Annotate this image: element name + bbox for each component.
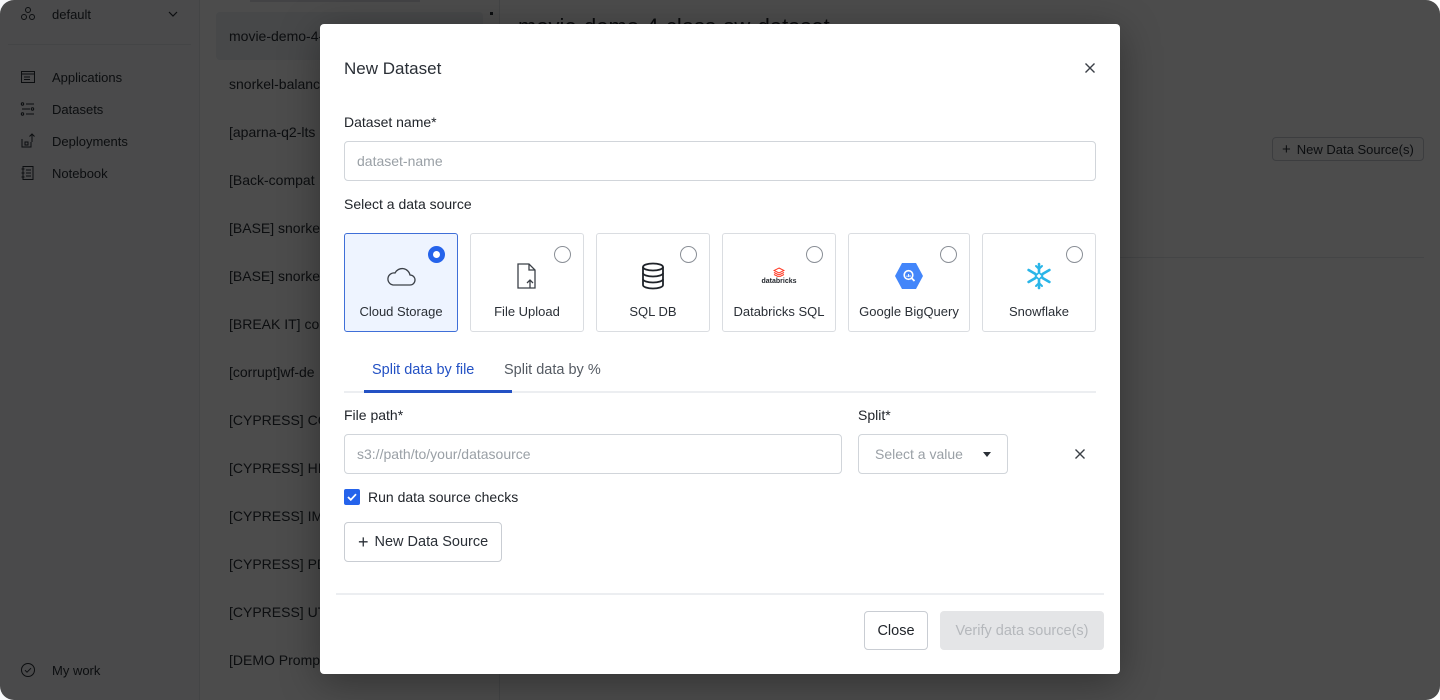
checkmark-icon bbox=[347, 493, 357, 501]
source-label: File Upload bbox=[494, 304, 560, 319]
source-card-google-bigquery[interactable]: Google BigQuery bbox=[848, 233, 970, 332]
source-card-cloud-storage[interactable]: Cloud Storage bbox=[344, 233, 458, 332]
split-label: Split* bbox=[858, 407, 891, 423]
new-data-source-label: New Data Source bbox=[374, 534, 489, 550]
cloud-icon bbox=[387, 267, 416, 286]
radio-unselected[interactable] bbox=[680, 246, 697, 263]
source-label: Google BigQuery bbox=[859, 304, 959, 319]
run-checks-label: Run data source checks bbox=[368, 489, 519, 505]
plus-icon: + bbox=[358, 531, 369, 552]
snowflake-logo-icon bbox=[1027, 262, 1051, 290]
new-dataset-modal: New Dataset Dataset name* Select a data … bbox=[320, 24, 1120, 674]
split-select-placeholder: Select a value bbox=[875, 446, 963, 462]
dataset-name-label: Dataset name* bbox=[344, 114, 437, 130]
source-label: Cloud Storage bbox=[359, 304, 443, 319]
tab-split-by-file[interactable]: Split data by file bbox=[372, 346, 474, 393]
databricks-wordmark: databricks bbox=[761, 277, 797, 285]
close-icon[interactable] bbox=[1082, 60, 1098, 76]
file-path-label: File path* bbox=[344, 407, 404, 423]
active-tab-indicator bbox=[364, 390, 512, 393]
caret-down-icon bbox=[983, 451, 991, 457]
radio-unselected[interactable] bbox=[806, 246, 823, 263]
source-label: Databricks SQL bbox=[733, 304, 825, 319]
tab-split-by-percent[interactable]: Split data by % bbox=[504, 346, 601, 393]
run-checks-checkbox-row[interactable]: Run data source checks bbox=[344, 489, 518, 505]
database-icon bbox=[642, 262, 664, 290]
databricks-logo-icon bbox=[773, 266, 785, 277]
data-source-label: Select a data source bbox=[344, 196, 472, 212]
footer-divider bbox=[336, 593, 1104, 595]
file-upload-icon bbox=[517, 263, 536, 289]
file-path-input[interactable] bbox=[344, 434, 842, 474]
new-data-source-button[interactable]: + New Data Source bbox=[344, 522, 503, 562]
dataset-name-input[interactable] bbox=[344, 141, 1096, 181]
split-tabs: Split data by file Split data by % bbox=[344, 346, 1096, 393]
source-label: SQL DB bbox=[629, 304, 677, 319]
source-label: Snowflake bbox=[1009, 304, 1069, 319]
radio-selected[interactable] bbox=[428, 246, 445, 263]
source-card-sql-db[interactable]: SQL DB bbox=[596, 233, 710, 332]
source-card-file-upload[interactable]: File Upload bbox=[470, 233, 584, 332]
split-select[interactable]: Select a value bbox=[858, 434, 1008, 474]
close-button[interactable]: Close bbox=[864, 611, 928, 650]
radio-unselected[interactable] bbox=[554, 246, 571, 263]
source-card-databricks-sql[interactable]: databricks Databricks SQL bbox=[722, 233, 836, 332]
bigquery-logo-icon bbox=[895, 263, 923, 289]
remove-row-icon[interactable] bbox=[1073, 447, 1087, 461]
radio-unselected[interactable] bbox=[1066, 246, 1083, 263]
data-source-options: Cloud Storage File Upload SQL DB databri… bbox=[344, 233, 1096, 333]
modal-title: New Dataset bbox=[344, 59, 442, 78]
verify-data-sources-button[interactable]: Verify data source(s) bbox=[940, 611, 1104, 650]
radio-unselected[interactable] bbox=[940, 246, 957, 263]
source-card-snowflake[interactable]: Snowflake bbox=[982, 233, 1096, 332]
run-checks-checkbox[interactable] bbox=[344, 489, 360, 505]
